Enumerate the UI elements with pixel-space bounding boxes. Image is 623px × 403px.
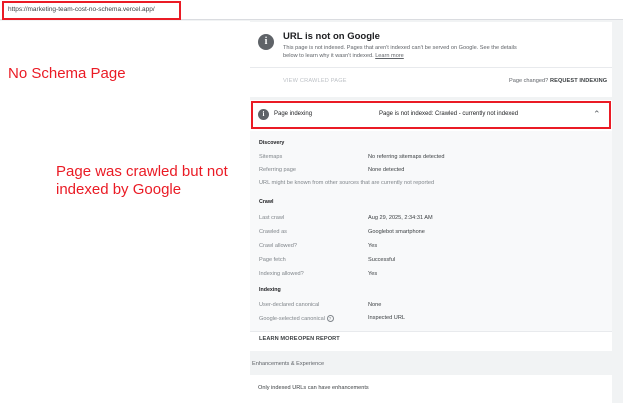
crawl-heading: Crawl [259, 199, 274, 205]
enhancements-card: Only indexed URLs can have enhancements [250, 375, 612, 403]
discovery-note: URL might be known from other sources th… [259, 180, 435, 186]
info-icon: i [258, 109, 269, 120]
page-indexing-details: Discovery Sitemaps No referring sitemaps… [250, 131, 612, 331]
crawl-allowed-label: Crawl allowed? [259, 243, 297, 249]
indexing-allowed-value: Yes [368, 271, 378, 277]
sitemaps-value: No referring sitemaps detected [368, 154, 445, 160]
sitemaps-label: Sitemaps [259, 154, 283, 160]
user-canonical-label: User-declared canonical [259, 302, 320, 308]
google-canonical-value: Inspected URL [368, 315, 406, 321]
crawled-not-indexed-annotation: Page was crawled but not indexed by Goog… [56, 163, 228, 198]
page-indexing-status: Page is not indexed: Crawled - currently… [379, 111, 519, 117]
info-icon: i [258, 34, 274, 50]
enhancements-label: Enhancements & Experience [252, 361, 325, 367]
indexing-allowed-label: Indexing allowed? [259, 271, 304, 277]
annotation-panel: No Schema Page Page was crawled but not … [0, 21, 250, 403]
divider [250, 67, 612, 68]
request-indexing-button[interactable]: REQUEST INDEXING [550, 78, 607, 84]
no-schema-annotation: No Schema Page [8, 65, 126, 82]
google-canonical-label: Google-selected canonical ? [259, 315, 334, 322]
url-bar: https://marketing-team-cost-no-schema.ve… [0, 0, 623, 20]
inspected-url[interactable]: https://marketing-team-cost-no-schema.ve… [2, 1, 181, 20]
learn-more-link[interactable]: Learn more [375, 53, 404, 59]
page-indexing-label: Page indexing [274, 111, 313, 117]
crawl-allowed-value: Yes [368, 243, 378, 249]
open-report-button[interactable]: OPEN REPORT [298, 336, 340, 342]
divider [250, 331, 612, 332]
chevron-up-icon[interactable]: ⌃ [593, 109, 601, 120]
status-title: URL is not on Google [283, 31, 380, 42]
indexing-heading: Indexing [259, 287, 281, 293]
page-fetch-value: Successful [368, 257, 396, 263]
status-description: This page is not indexed. Pages that are… [283, 44, 523, 60]
discovery-heading: Discovery [259, 140, 285, 146]
referring-page-label: Referring page [259, 167, 297, 173]
crawled-as-value: Googlebot smartphone [368, 229, 425, 235]
help-icon[interactable]: ? [326, 315, 334, 322]
page-indexing-header[interactable]: i Page indexing Page is not indexed: Cra… [251, 101, 611, 129]
page-changed-label: Page changed? [509, 78, 549, 84]
page-fetch-label: Page fetch [259, 257, 286, 263]
referring-page-value: None detected [368, 167, 405, 173]
enhancements-message: Only indexed URLs can have enhancements [258, 385, 369, 391]
crawled-as-label: Crawled as [259, 229, 287, 235]
view-crawled-page-button[interactable]: VIEW CRAWLED PAGE [283, 78, 347, 84]
google-canonical-label-text: Google-selected canonical [259, 315, 325, 322]
learn-more-button[interactable]: LEARN MORE [259, 336, 298, 342]
last-crawl-value: Aug 29, 2025, 2:34:31 AM [368, 215, 433, 221]
page-indexing-card: i Page indexing Page is not indexed: Cra… [250, 100, 612, 351]
url-status-card: i URL is not on Google This page is not … [250, 22, 612, 97]
last-crawl-label: Last crawl [259, 215, 285, 221]
user-canonical-value: None [368, 302, 382, 308]
